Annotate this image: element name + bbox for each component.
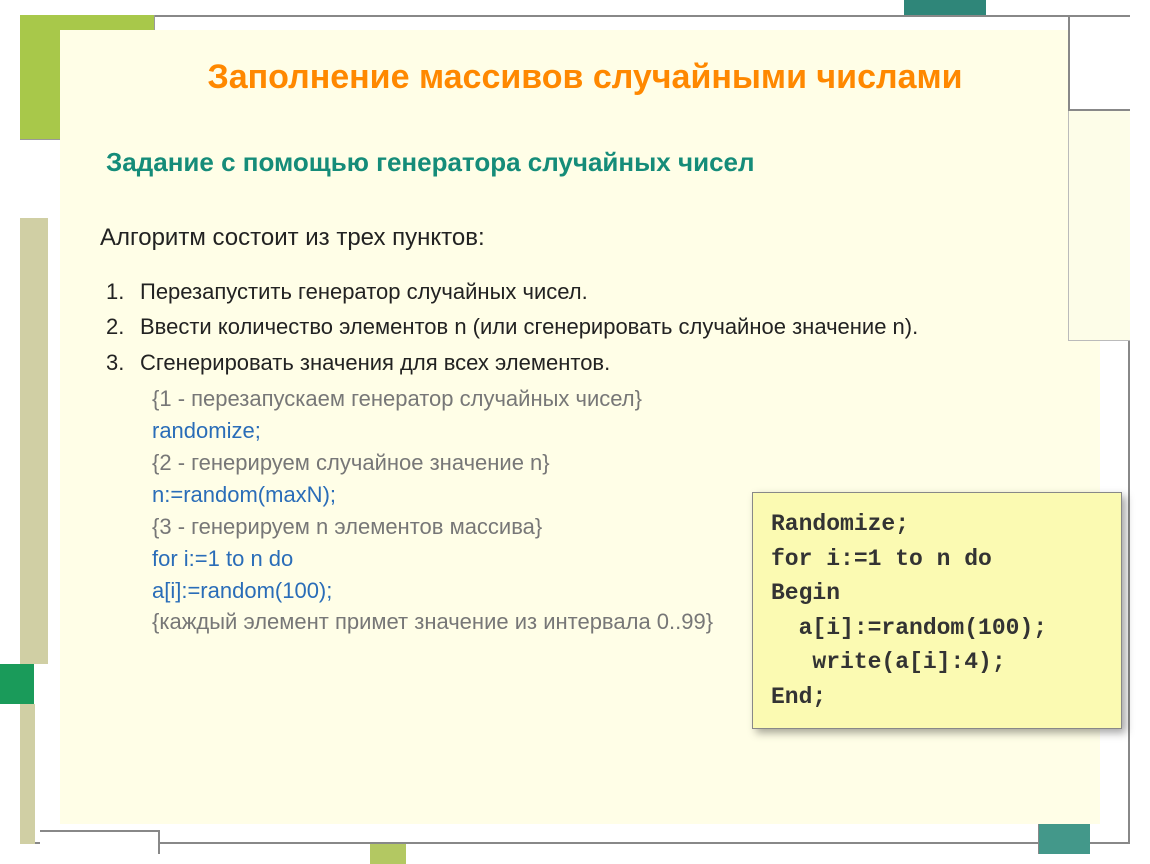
deco-white-block [20,140,46,218]
comment-line: {1 - перезапускаем генератор случайных ч… [152,383,1070,415]
list-item: 2. Ввести количество элементов n (или сг… [106,311,1070,343]
deco-bl-white [40,830,160,854]
intro-text: Алгоритм состоит из трех пунктов: [100,224,1070,252]
list-item: 3. Сгенерировать значения для всех элеме… [106,347,1070,379]
slide-title: Заполнение массивов случайными числами [100,56,1070,99]
deco-left-olive [20,218,48,664]
comment-line: {2 - генерируем случайное значение n} [152,447,1070,479]
slide-subtitle: Задание с помощью генератора случайных ч… [106,147,1070,178]
deco-top-teal [904,0,986,15]
deco-right-yellow [1068,111,1130,341]
deco-left-olive2 [20,704,35,844]
deco-right-white [1068,15,1130,111]
deco-bottom-olive [370,844,406,864]
deco-left-green [0,664,34,704]
code-box: Randomize; for i:=1 to n do Begin a[i]:=… [752,492,1122,729]
code-line: randomize; [152,415,1070,447]
list-item: 1. Перезапустить генератор случайных чис… [106,276,1070,308]
